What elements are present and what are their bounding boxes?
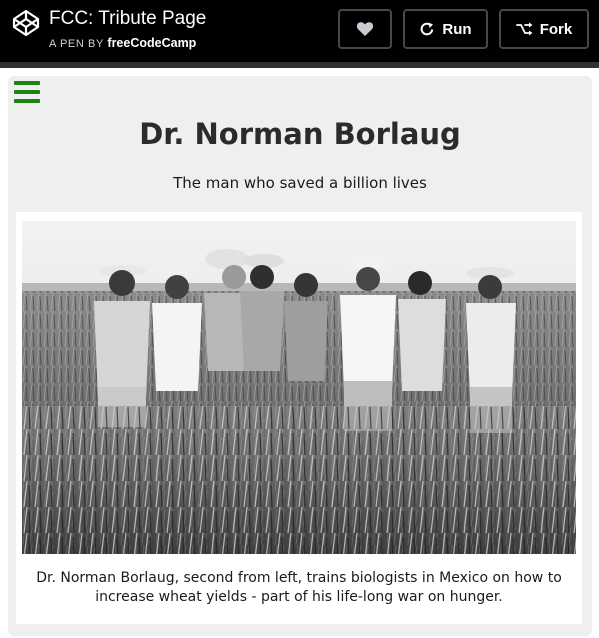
fork-button[interactable]: Fork <box>499 9 589 49</box>
page-title: Dr. Norman Borlaug <box>139 117 461 151</box>
tribute-photo <box>22 221 576 554</box>
refresh-icon <box>421 22 434 36</box>
header-divider <box>0 62 599 68</box>
image-container: Dr. Norman Borlaug, second from left, tr… <box>16 212 582 624</box>
tribute-page: Dr. Norman Borlaug The man who saved a b… <box>8 76 592 636</box>
codepen-cube-icon[interactable] <box>12 9 40 37</box>
pen-by-label: A PEN BY <box>49 38 104 50</box>
run-button[interactable]: Run <box>403 9 488 49</box>
heart-button[interactable] <box>338 9 392 49</box>
run-button-label: Run <box>442 20 472 38</box>
fork-button-label: Fork <box>539 20 573 38</box>
pen-title[interactable]: FCC: Tribute Page <box>49 7 206 31</box>
heart-icon <box>356 22 374 36</box>
codepen-header: FCC: Tribute Page A PEN BY freeCodeCamp … <box>0 0 599 62</box>
author-link[interactable]: freeCodeCamp <box>107 36 196 50</box>
image-caption: Dr. Norman Borlaug, second from left, tr… <box>36 570 562 605</box>
page-subtitle: The man who saved a billion lives <box>173 174 427 192</box>
pen-author-line: A PEN BY freeCodeCamp <box>49 36 196 50</box>
hamburger-menu-icon[interactable] <box>14 81 40 103</box>
fork-icon <box>515 22 533 36</box>
